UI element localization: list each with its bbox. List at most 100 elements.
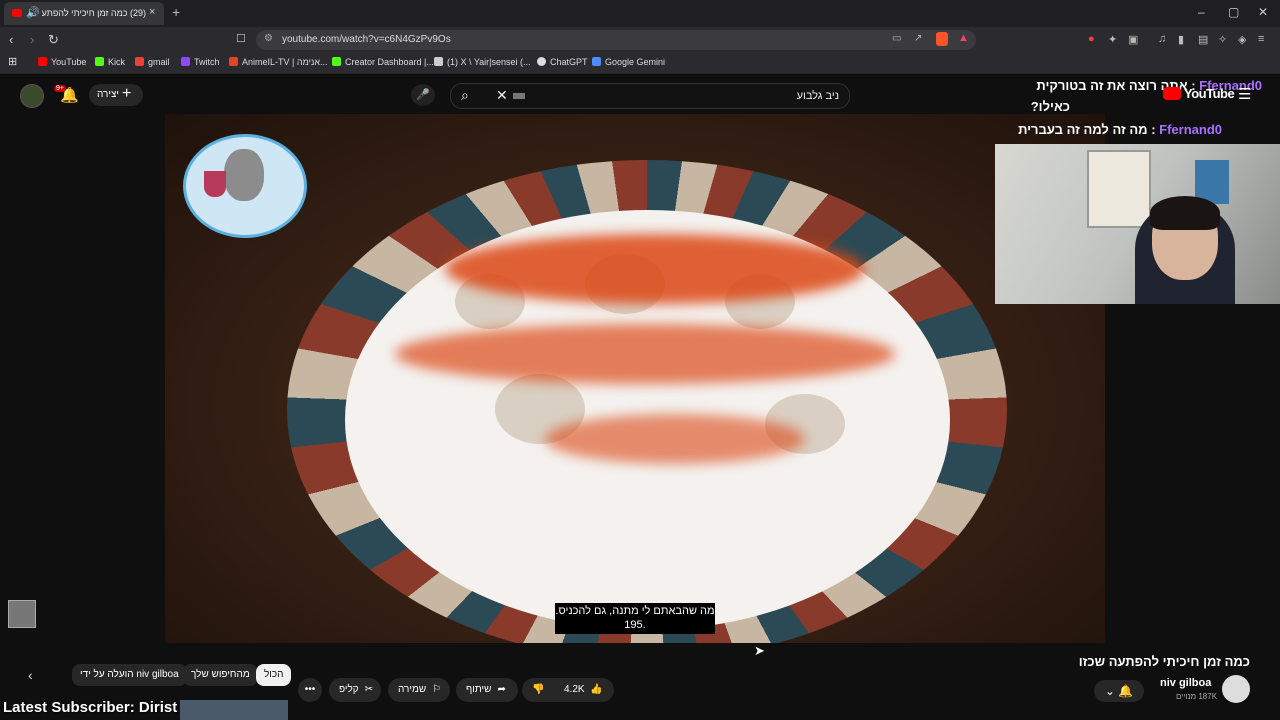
create-button[interactable]: + יצירה: [89, 84, 143, 106]
youtube-logo-text: YouTube: [1184, 86, 1235, 101]
sidebar-icon[interactable]: ▮: [1178, 33, 1184, 46]
bookmark-chatgpt[interactable]: ChatGPT: [537, 57, 588, 67]
bookmark-label: AnimeIL-TV | אנימה...: [242, 57, 328, 67]
share-arrow-icon: ➦: [497, 684, 506, 695]
chat-message: כאילו?: [1031, 99, 1070, 114]
chat-text: מה זה למה זה בעברית: [1018, 122, 1148, 137]
speaker-icon[interactable]: 🔊: [26, 6, 40, 19]
share-icon[interactable]: ↗: [914, 33, 922, 44]
video-player[interactable]: [165, 114, 1105, 643]
bookmark-creator-dashboard[interactable]: Creator Dashboard |...: [332, 57, 434, 67]
video-subtitle: מה שהבאתם לי מתנה, גם להכניס. 195.: [555, 603, 715, 634]
wine-glass-icon: [204, 171, 226, 197]
youtube-favicon-icon: [12, 9, 22, 17]
bookmark-youtube[interactable]: YouTube: [38, 57, 86, 67]
wallet-icon[interactable]: ▤: [1198, 33, 1208, 46]
screenshot-icon[interactable]: ▣: [1128, 33, 1138, 46]
bookmark-label: ChatGPT: [550, 57, 588, 67]
chat-text: כאילו?: [1030, 99, 1070, 114]
chat-username: Ffernand0: [1159, 122, 1222, 137]
account-avatar[interactable]: [20, 84, 44, 108]
youtube-icon: [38, 57, 47, 66]
cast-icon[interactable]: ▭: [892, 33, 901, 44]
close-window-button[interactable]: ✕: [1258, 5, 1268, 19]
address-bar[interactable]: ⚙ youtube.com/watch?v=c6N4GzPv9Os ▭ ↗ ▲: [256, 30, 976, 50]
chips-prev-icon[interactable]: ‹: [28, 667, 33, 683]
streamer-hair: [1150, 196, 1220, 230]
chip-uploaded-by[interactable]: הועלה על ידי niv gilboa: [72, 664, 187, 686]
clip-button[interactable]: קליפ ✂: [329, 678, 381, 702]
bookmark-label: Twitch: [194, 57, 220, 67]
bell-icon: 🔔: [1118, 684, 1134, 698]
share-label: שיתוף: [466, 684, 492, 695]
brave-rewards-icon[interactable]: ▲: [958, 32, 969, 44]
youtube-play-icon: [1163, 87, 1181, 100]
dislike-icon[interactable]: 👎: [532, 678, 544, 702]
channel-avatar[interactable]: [1222, 675, 1250, 703]
search-query: ניב גלבוע: [796, 90, 839, 102]
hamburger-menu-icon[interactable]: ☰: [1238, 85, 1251, 103]
browser-tab-active[interactable]: 🔊 (29) כמה זמן חיכיתי להפתעה שכזו ×: [4, 2, 164, 25]
bookmark-x[interactable]: (1) X \ Yair|sensei (...: [434, 57, 531, 67]
kick-icon: [95, 57, 104, 66]
forward-icon[interactable]: ›: [30, 32, 34, 47]
minimize-button[interactable]: –: [1198, 5, 1205, 19]
bookmark-label: Kick: [108, 57, 126, 67]
share-button[interactable]: שיתוף ➦: [456, 678, 518, 702]
bookmark-icon[interactable]: ☐: [236, 32, 246, 45]
search-input[interactable]: ⌕ ✕ ניב גלבוע: [450, 83, 850, 109]
chevron-down-icon: ⌄: [1104, 684, 1115, 698]
webcam-window-detail: [1087, 150, 1151, 228]
bookmark-kick[interactable]: Kick: [95, 57, 125, 67]
scissors-icon: ✂: [364, 684, 374, 695]
mouse-cursor-icon: ➤: [754, 643, 765, 658]
clear-search-icon[interactable]: ✕: [496, 87, 508, 104]
subscription-bell-button[interactable]: ⌄ 🔔: [1094, 680, 1144, 702]
bookmark-save-icon: ⚐: [432, 684, 442, 695]
reload-icon[interactable]: ↻: [48, 32, 59, 48]
bookmark-gmail[interactable]: gmail: [135, 57, 170, 67]
chat-message: Ffernand0 : מה זה למה זה בעברית: [1018, 122, 1222, 137]
music-icon[interactable]: ♫: [1158, 33, 1166, 45]
extensions-icon[interactable]: ✦: [1108, 33, 1117, 46]
voice-search-mic-icon[interactable]: 🎤: [411, 84, 435, 106]
chip-from-search[interactable]: מהחיפוש שלך: [183, 664, 258, 686]
tab-close-button[interactable]: ×: [149, 6, 155, 18]
search-icon[interactable]: ⌕: [461, 87, 469, 104]
bookmark-twitch[interactable]: Twitch: [181, 57, 220, 67]
sauce-detail: [445, 234, 865, 304]
plus-icon: +: [122, 85, 132, 102]
gmail-icon: [135, 57, 144, 66]
back-icon[interactable]: ‹: [9, 32, 13, 47]
chip-all[interactable]: הכול: [256, 664, 292, 686]
subtitle-line: מה שהבאתם לי מתנה, גם להכניס.: [555, 605, 715, 617]
twitch-icon: [181, 57, 190, 66]
maximize-button[interactable]: ▢: [1228, 5, 1239, 19]
streamer-webcam: [995, 144, 1280, 304]
like-icon[interactable]: 👍: [590, 678, 602, 702]
site-info-icon[interactable]: ⚙: [264, 33, 273, 44]
menu-icon[interactable]: ≡: [1258, 33, 1264, 45]
channel-name[interactable]: niv gilboa: [1160, 677, 1211, 689]
save-button[interactable]: שמירה ⚐: [388, 678, 450, 702]
recommended-thumbnail-strip: [180, 700, 288, 720]
youtube-logo[interactable]: YouTube: [1163, 86, 1235, 101]
brave-shield-icon[interactable]: [936, 32, 948, 46]
vpn-icon[interactable]: ◈: [1238, 33, 1246, 46]
save-label: שמירה: [398, 684, 427, 695]
new-tab-button[interactable]: +: [172, 4, 180, 20]
bookmark-gemini[interactable]: Google Gemini: [592, 57, 665, 67]
bookmark-animeil[interactable]: AnimeIL-TV | אנימה...: [229, 57, 328, 67]
sauce-detail: [395, 324, 895, 384]
apps-grid-icon[interactable]: ⊞: [8, 55, 17, 68]
x-icon: [434, 57, 443, 66]
record-icon[interactable]: ●: [1088, 33, 1095, 45]
bookmark-label: gmail: [148, 57, 170, 67]
video-title: כמה זמן חיכיתי להפתעה שכזו: [1078, 654, 1250, 669]
more-actions-button[interactable]: •••: [298, 678, 322, 702]
animeil-icon: [229, 57, 238, 66]
leo-ai-icon[interactable]: ✧: [1218, 33, 1227, 46]
chatgpt-icon: [537, 57, 546, 66]
subtitle-line: 195.: [624, 619, 646, 631]
keyboard-icon[interactable]: [513, 93, 525, 99]
